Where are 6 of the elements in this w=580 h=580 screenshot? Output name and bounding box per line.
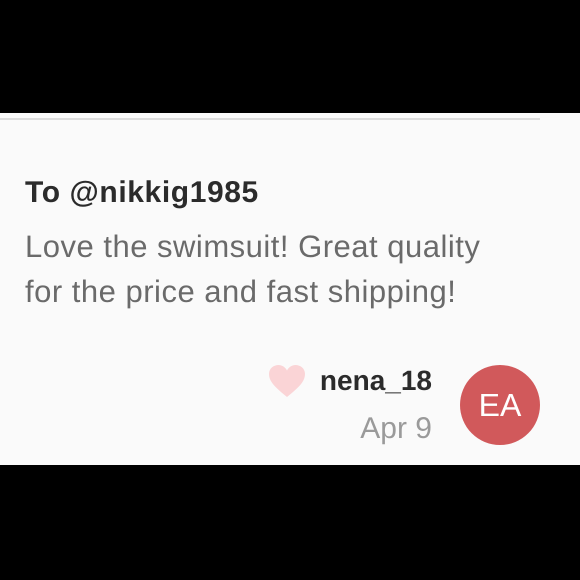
recipient-label: To @nikkig1985: [25, 176, 259, 210]
comment-text: Love the swimsuit! Great quality for the price and fast shipping!: [25, 228, 482, 311]
heart-icon[interactable]: [268, 364, 306, 398]
author-name[interactable]: nena_18: [320, 365, 432, 397]
comment-date: Apr 9: [360, 412, 432, 446]
avatar[interactable]: EA: [460, 365, 540, 445]
